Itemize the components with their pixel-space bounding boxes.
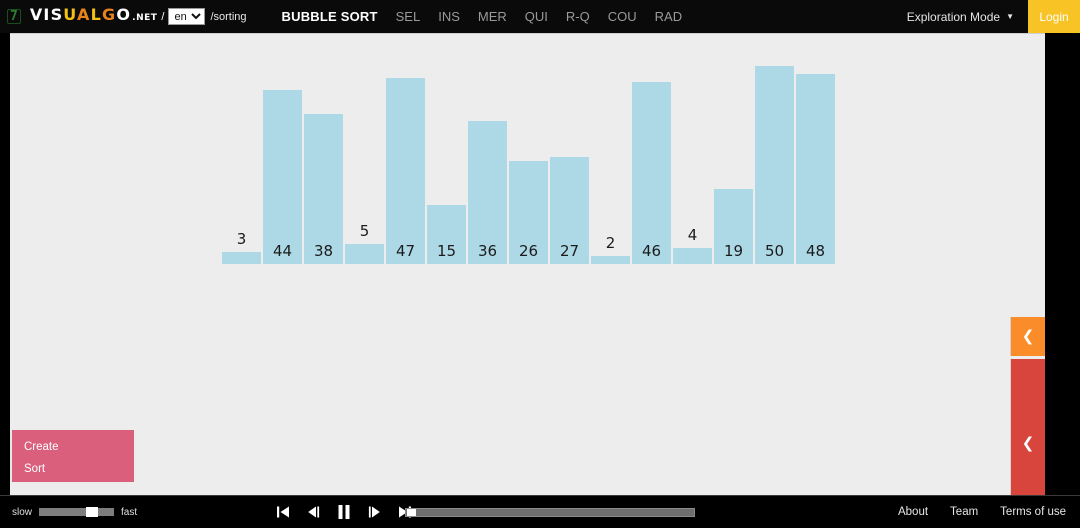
- bar-item[interactable]: 38: [304, 66, 343, 264]
- bar-item[interactable]: 47: [386, 66, 425, 264]
- footer-link-terms[interactable]: Terms of use: [1000, 506, 1066, 518]
- bar-rect[interactable]: [222, 252, 261, 264]
- visualization-canvas[interactable]: 3 44 38 5 47 15 36 26 27 2 46 4 19 50 48 ❮ ❮: [10, 33, 1045, 496]
- bar-item[interactable]: 4: [673, 66, 712, 264]
- logo-part-o: O: [116, 5, 132, 24]
- bar-item[interactable]: 2: [591, 66, 630, 264]
- progress-slider[interactable]: [405, 507, 695, 517]
- red-panel-tab[interactable]: ❮: [1010, 359, 1045, 496]
- logo-net-suffix: .NET: [132, 13, 158, 23]
- speed-control-group: slow fast: [0, 507, 137, 518]
- logo-part-l: L: [90, 5, 102, 24]
- logo-part-vis: VIS: [29, 5, 64, 24]
- bar-item[interactable]: 26: [509, 66, 548, 264]
- bar-rect[interactable]: [386, 78, 425, 264]
- algorithm-nav: BUBBLE SORT SEL INS MER QUI R-Q COU RAD: [273, 9, 692, 24]
- speed-slow-label: slow: [12, 506, 33, 518]
- footer-link-about[interactable]: About: [898, 506, 928, 518]
- nav-item-mer[interactable]: MER: [469, 9, 516, 24]
- bar-rect[interactable]: [673, 248, 712, 264]
- nav-item-qui[interactable]: QUI: [516, 9, 557, 24]
- bar-rect[interactable]: [632, 82, 671, 264]
- bar-item[interactable]: 27: [550, 66, 589, 264]
- logo-part-u: U: [63, 5, 77, 24]
- seven-badge-icon: 7: [7, 9, 21, 24]
- nav-item-sel[interactable]: SEL: [387, 9, 430, 24]
- command-menu-item-create[interactable]: Create: [24, 436, 134, 458]
- skip-start-icon: [277, 506, 289, 518]
- speed-slider[interactable]: [39, 507, 115, 517]
- bar-value-label: 36: [477, 242, 498, 260]
- exploration-mode-dropdown[interactable]: Exploration Mode ▼: [893, 0, 1028, 33]
- bar-rect[interactable]: [796, 74, 835, 264]
- logo-part-a: A: [77, 5, 91, 24]
- bar-item[interactable]: 48: [796, 66, 835, 264]
- nav-item-cou[interactable]: COU: [599, 9, 646, 24]
- bar-value-label: 38: [313, 242, 334, 260]
- playback-controls: [276, 503, 412, 521]
- bar-item[interactable]: 5: [345, 66, 384, 264]
- bar-value-label: 3: [236, 230, 247, 248]
- footer-links: About Team Terms of use: [898, 506, 1066, 518]
- language-select[interactable]: en: [168, 8, 206, 25]
- bar-value-label: 27: [559, 242, 580, 260]
- top-header-bar: 7 VISUALGO.NET / en /sorting BUBBLE SORT…: [0, 0, 1080, 33]
- bar-item[interactable]: 50: [755, 66, 794, 264]
- command-menu-item-sort[interactable]: Sort: [24, 458, 134, 480]
- bar-rect[interactable]: [263, 90, 302, 264]
- bottom-control-bar: slow fast About Team Terms of use: [0, 495, 1080, 528]
- bar-value-label: 15: [436, 242, 457, 260]
- bar-value-label: 2: [605, 234, 616, 252]
- step-forward-button[interactable]: [368, 503, 382, 521]
- command-menu-panel: Create Sort: [10, 430, 134, 482]
- nav-item-bubble-sort[interactable]: BUBBLE SORT: [273, 9, 387, 24]
- sorting-bar-chart: 3 44 38 5 47 15 36 26 27 2 46 4 19 50 48: [222, 66, 835, 264]
- bar-value-label: 50: [764, 242, 785, 260]
- step-forward-icon: [368, 506, 380, 518]
- speed-slider-handle[interactable]: [85, 507, 98, 517]
- bar-value-label: 4: [687, 226, 698, 244]
- nav-item-rad[interactable]: RAD: [646, 9, 691, 24]
- step-back-icon: [308, 506, 320, 518]
- category-path-label: /sorting: [210, 10, 247, 23]
- bar-item[interactable]: 15: [427, 66, 466, 264]
- progress-slider-handle[interactable]: [407, 508, 416, 516]
- nav-item-ins[interactable]: INS: [429, 9, 469, 24]
- bar-rect[interactable]: [591, 256, 630, 264]
- login-button[interactable]: Login: [1028, 0, 1080, 33]
- header-right-group: Exploration Mode ▼ Login: [893, 0, 1080, 33]
- bar-value-label: 47: [395, 242, 416, 260]
- footer-link-team[interactable]: Team: [950, 506, 978, 518]
- logo-wordmark: VISUALGO.NET: [30, 7, 158, 26]
- orange-panel-tab[interactable]: ❮: [1010, 317, 1045, 356]
- step-backward-button[interactable]: [306, 503, 320, 521]
- site-logo[interactable]: 7 VISUALGO.NET / en /sorting: [0, 0, 247, 33]
- bar-value-label: 19: [723, 242, 744, 260]
- pause-icon: [338, 505, 350, 519]
- bar-item[interactable]: 46: [632, 66, 671, 264]
- exploration-mode-label: Exploration Mode: [906, 9, 1001, 24]
- bar-item[interactable]: 3: [222, 66, 261, 264]
- bar-value-label: 5: [359, 222, 370, 240]
- speed-fast-label: fast: [121, 506, 138, 518]
- bar-value-label: 48: [805, 242, 826, 260]
- bar-item[interactable]: 19: [714, 66, 753, 264]
- bar-rect[interactable]: [345, 244, 384, 264]
- logo-part-g: G: [102, 5, 117, 24]
- bar-value-label: 26: [518, 242, 539, 260]
- nav-item-r-q[interactable]: R-Q: [557, 9, 599, 24]
- chevron-left-icon: ❮: [1021, 327, 1035, 345]
- bar-item[interactable]: 36: [468, 66, 507, 264]
- bar-item[interactable]: 44: [263, 66, 302, 264]
- chevron-left-icon: ❮: [1021, 434, 1035, 452]
- logo-slash-separator: /: [161, 10, 165, 23]
- bar-rect[interactable]: [755, 66, 794, 264]
- pause-button[interactable]: [336, 503, 352, 521]
- skip-to-start-button[interactable]: [276, 503, 290, 521]
- bar-value-label: 46: [641, 242, 662, 260]
- bar-value-label: 44: [272, 242, 293, 260]
- chevron-down-icon: ▼: [1006, 12, 1014, 21]
